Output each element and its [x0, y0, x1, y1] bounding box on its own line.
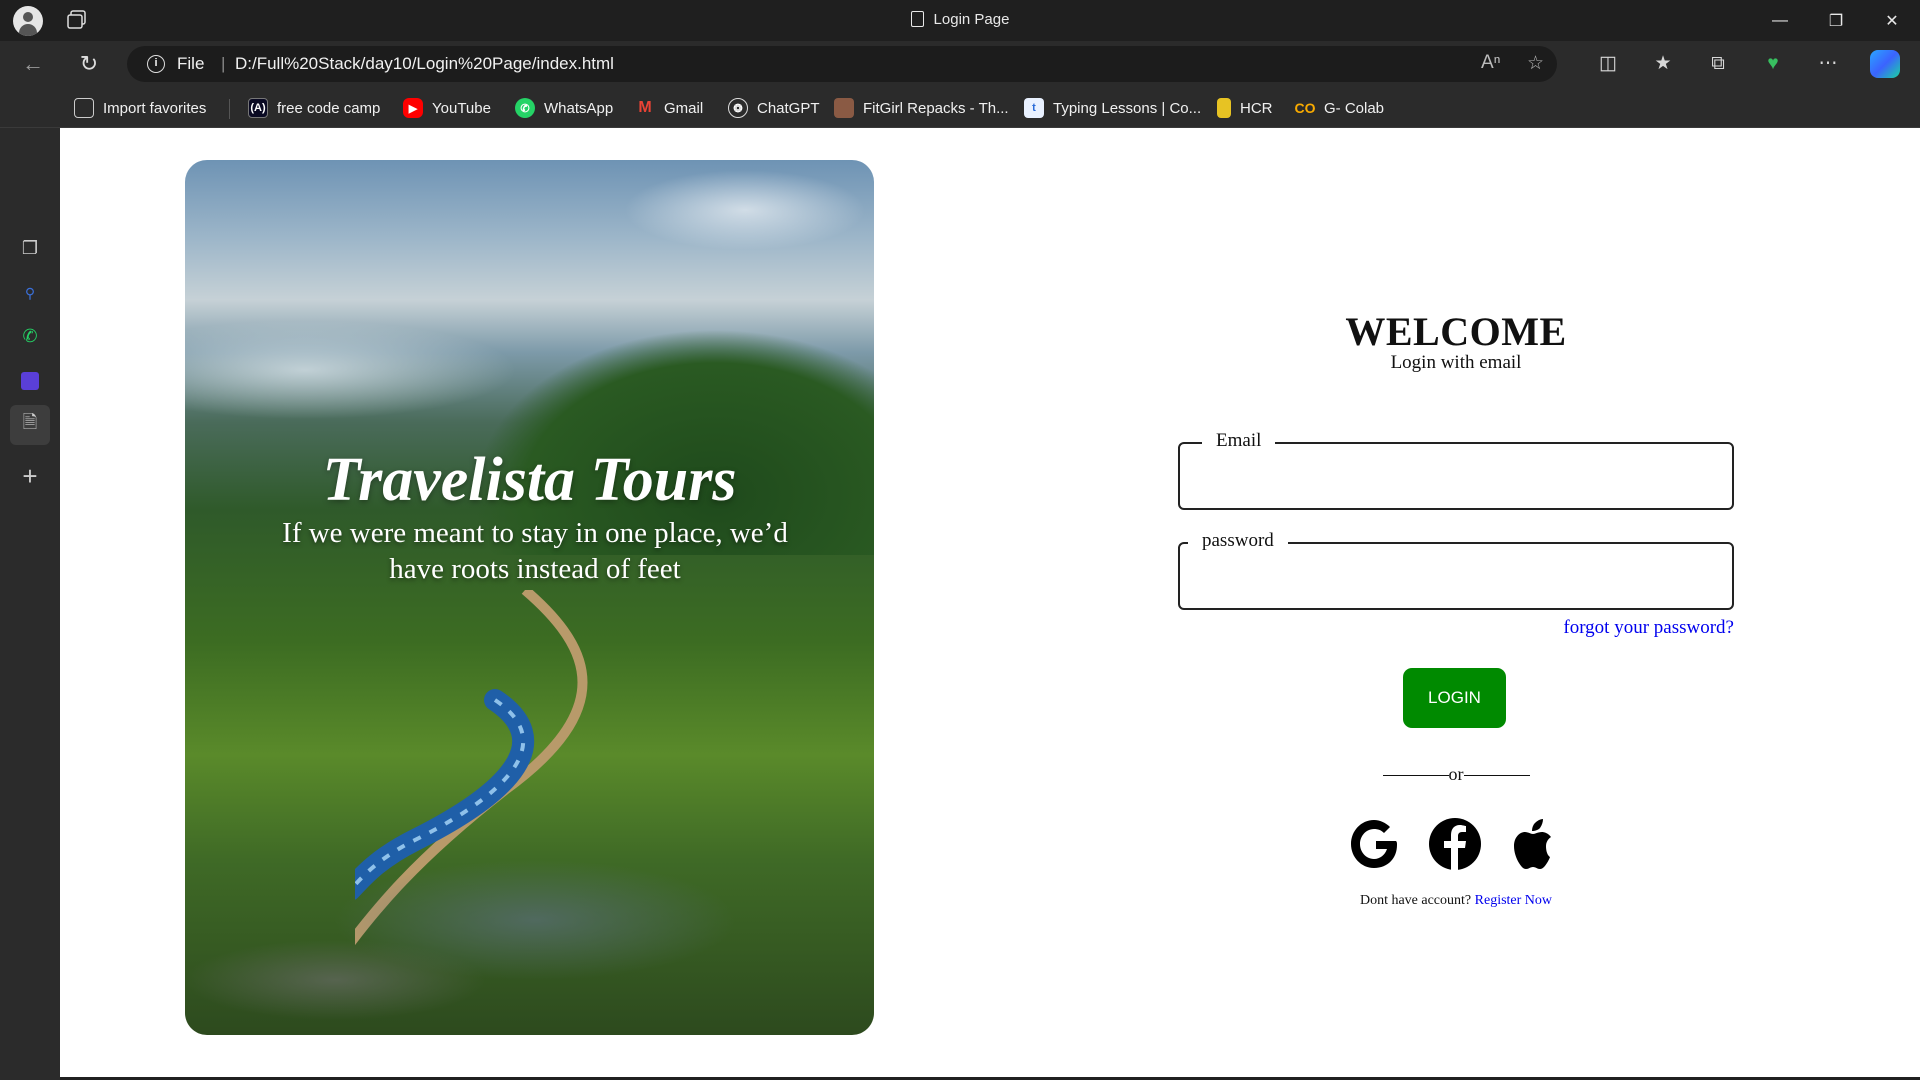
- fav-free-code-camp[interactable]: (A) free code camp: [248, 97, 380, 119]
- login-button[interactable]: LOGIN: [1403, 668, 1506, 728]
- address-row: ← ↻ i File | D:/Full%20Stack/day10/Login…: [0, 41, 1920, 87]
- more-menu-icon[interactable]: ⋯: [1815, 51, 1841, 77]
- or-divider: or: [1178, 764, 1734, 785]
- apple-icon[interactable]: [1506, 815, 1564, 873]
- fav-label: Typing Lessons | Co...: [1053, 99, 1202, 117]
- password-input[interactable]: [1190, 556, 1720, 596]
- fav-label: G- Colab: [1324, 99, 1385, 117]
- collections-icon[interactable]: ⧉: [1705, 51, 1731, 77]
- minimize-button[interactable]: —: [1752, 0, 1808, 41]
- title-bar: Login Page — ❐ ✕: [0, 0, 1920, 41]
- favorites-bar: Import favorites (A) free code camp ▶ YouT…: [0, 87, 1920, 128]
- import-favorites-icon: [74, 98, 94, 118]
- whatsapp-sidebar-icon[interactable]: ✆: [15, 321, 45, 351]
- email-label: Email: [1202, 430, 1276, 452]
- hero-mist: [185, 300, 874, 440]
- hcr-icon: [1217, 98, 1231, 118]
- register-now-link[interactable]: Register Now: [1475, 893, 1552, 908]
- tasks-icon[interactable]: [15, 366, 45, 396]
- fav-label: Gmail: [664, 99, 704, 117]
- welcome-heading: WELCOME: [1345, 309, 1567, 354]
- email-input[interactable]: [1190, 456, 1720, 496]
- window-title-text: Login Page: [933, 11, 1010, 28]
- fav-label: FitGirl Repacks - Th...: [863, 99, 1009, 117]
- url-separator: |: [221, 54, 226, 73]
- password-label: password: [1188, 530, 1288, 552]
- social-login: [1346, 815, 1566, 873]
- document-sidebar-icon[interactable]: 🗎: [10, 405, 50, 445]
- facebook-icon[interactable]: [1426, 815, 1484, 873]
- chatgpt-icon: ❂: [728, 98, 748, 118]
- youtube-icon: ▶: [403, 98, 423, 118]
- document-icon: [910, 11, 924, 27]
- url-text[interactable]: D:/Full%20Stack/day10/Login%20Page/index…: [235, 54, 614, 74]
- refresh-icon[interactable]: ↻: [74, 49, 104, 79]
- register-prompt-text: Dont have account?: [1359, 893, 1472, 908]
- favorite-star-icon[interactable]: ☆: [1527, 52, 1544, 75]
- hero-tagline: If we were meant to stay in one place, w…: [282, 517, 788, 585]
- add-icon[interactable]: +: [15, 461, 45, 491]
- copilot-icon[interactable]: [1870, 50, 1900, 78]
- fav-label: HCR: [1240, 99, 1273, 117]
- or-text: or: [1448, 764, 1464, 784]
- register-prompt: Dont have account? Register Now: [1178, 893, 1734, 909]
- colab-icon: CO: [1294, 100, 1316, 116]
- restore-button[interactable]: ❐: [1808, 0, 1864, 41]
- fav-label: ChatGPT: [757, 99, 820, 117]
- split-screen-icon[interactable]: ◫: [1595, 51, 1621, 77]
- fav-gmail[interactable]: M Gmail: [635, 97, 703, 119]
- back-icon[interactable]: ←: [18, 49, 48, 79]
- fav-label: Import favorites: [103, 99, 207, 117]
- fav-typing-lessons[interactable]: t Typing Lessons | Co...: [1024, 97, 1201, 119]
- fitgirl-icon: [834, 98, 854, 118]
- read-aloud-icon[interactable]: Aⁿ: [1481, 52, 1501, 74]
- browser-sidebar: ❐ ⚲ ✆ 🗎 +: [0, 128, 60, 1080]
- favorites-icon[interactable]: ★: [1650, 51, 1676, 77]
- fav-youtube[interactable]: ▶ YouTube: [403, 97, 491, 119]
- browser-essentials-icon[interactable]: ♥: [1760, 51, 1786, 77]
- tab-actions-icon[interactable]: ❐: [15, 233, 45, 263]
- window-title: Login Page: [0, 11, 1920, 28]
- url-scheme: File: [177, 54, 205, 73]
- close-button[interactable]: ✕: [1864, 0, 1920, 41]
- freecodecamp-icon: (A): [248, 98, 268, 118]
- whatsapp-icon: ✆: [515, 98, 535, 118]
- fav-label: WhatsApp: [544, 99, 614, 117]
- hero-village: [185, 860, 874, 1035]
- hero-title: Travelista Tours: [322, 446, 737, 514]
- email-field[interactable]: Email: [1178, 430, 1734, 510]
- fav-fitgirl[interactable]: FitGirl Repacks - Th...: [834, 97, 1009, 119]
- gmail-icon: M: [638, 99, 652, 116]
- info-icon[interactable]: i: [147, 55, 165, 73]
- fav-hcr[interactable]: HCR: [1217, 97, 1273, 119]
- password-field[interactable]: password: [1178, 530, 1734, 610]
- search-icon[interactable]: ⚲: [15, 278, 45, 308]
- google-icon[interactable]: [1346, 815, 1404, 873]
- address-bar[interactable]: i File | D:/Full%20Stack/day10/Login%20P…: [127, 46, 1557, 82]
- forgot-password-link[interactable]: forgot your password?: [1563, 617, 1734, 639]
- fav-colab[interactable]: CO G- Colab: [1294, 97, 1385, 119]
- fav-label: free code camp: [277, 99, 381, 117]
- fav-whatsapp[interactable]: ✆ WhatsApp: [515, 97, 613, 119]
- favorites-divider: [229, 99, 230, 119]
- page-viewport: Travelista Tours If we were meant to sta…: [60, 128, 1920, 1077]
- welcome-subheading: Login with email: [1390, 352, 1522, 373]
- typing-icon: t: [1024, 98, 1044, 118]
- fav-import-favorites[interactable]: Import favorites: [74, 97, 206, 119]
- login-panel: WELCOME Login with email Email password …: [1178, 128, 1734, 1077]
- fav-chatgpt[interactable]: ❂ ChatGPT: [728, 97, 820, 119]
- fav-label: YouTube: [432, 99, 491, 117]
- hero-image: Travelista Tours If we were meant to sta…: [185, 160, 874, 1035]
